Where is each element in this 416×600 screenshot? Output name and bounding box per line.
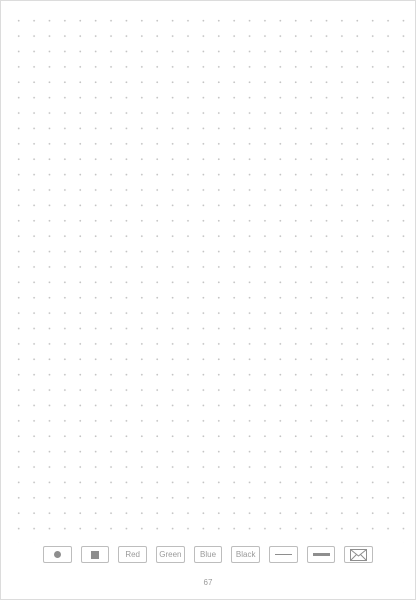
mail-button[interactable] (344, 546, 374, 563)
filled-circle-icon (53, 551, 61, 558)
filled-square-icon (91, 550, 99, 559)
thick-line-button[interactable] (306, 546, 336, 563)
page-number: 67 (203, 578, 213, 587)
thin-line-button[interactable] (269, 546, 298, 563)
envelope-icon (350, 548, 368, 561)
notebook-page: Red Green Blue Black 67 (0, 0, 416, 600)
drawing-toolbar: Red Green Blue Black (43, 546, 374, 564)
black-color-button[interactable]: Black (231, 546, 261, 563)
dot-tool-button[interactable] (43, 546, 72, 563)
square-tool-button[interactable] (80, 546, 110, 563)
red-color-button[interactable]: Red (118, 546, 148, 563)
blue-color-button[interactable]: Blue (193, 546, 223, 563)
thick-line-icon (312, 553, 330, 556)
dot-grid-canvas[interactable] (5, 7, 413, 543)
green-color-button[interactable]: Green (156, 546, 185, 563)
thin-line-icon (274, 553, 292, 556)
